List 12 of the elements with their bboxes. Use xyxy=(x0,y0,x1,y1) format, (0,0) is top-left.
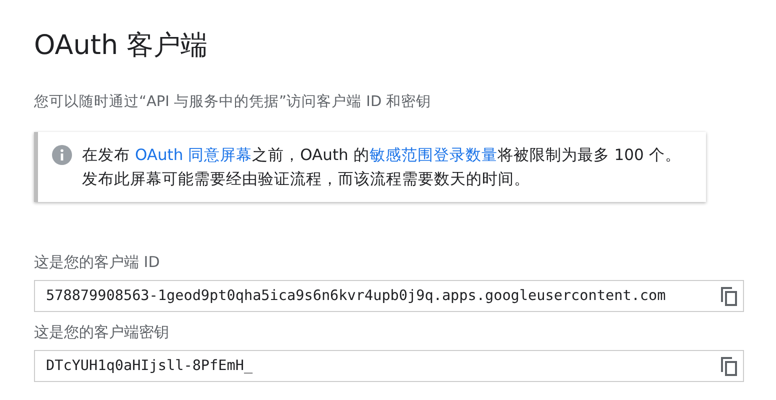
readonly-field[interactable]: 578879908563-1geod9pt0qha5ica9s6n6kvr4upb0j9q.apps.googleusercontent.com xyxy=(34,280,744,312)
readonly-field[interactable]: DTcYUH1q0aHIjsll-8PfEmH_ xyxy=(34,350,744,382)
copy-button[interactable] xyxy=(719,285,739,307)
field-label: 这是您的客户端 ID xyxy=(34,252,161,272)
notice-text: 在发布 OAuth 同意屏幕之前，OAuth 的敏感范围登录数量将被限制为最多 100 个。发布此屏幕可能需要经由验证流程，而该流程需要数天的时间。 xyxy=(82,145,682,190)
notice-link[interactable]: OAuth 同意屏幕 xyxy=(134,146,252,164)
copy-button[interactable] xyxy=(719,355,739,377)
subtitle-text: 您可以随时通过“API 与服务中的凭据”访问客户端 ID 和密钥 xyxy=(34,92,432,112)
field-label: 这是您的客户端密钥 xyxy=(34,322,170,342)
page-title: OAuth 客户端 xyxy=(34,29,209,63)
info-icon xyxy=(52,145,72,165)
notice-link[interactable]: 敏感范围登录数量 xyxy=(369,146,498,164)
